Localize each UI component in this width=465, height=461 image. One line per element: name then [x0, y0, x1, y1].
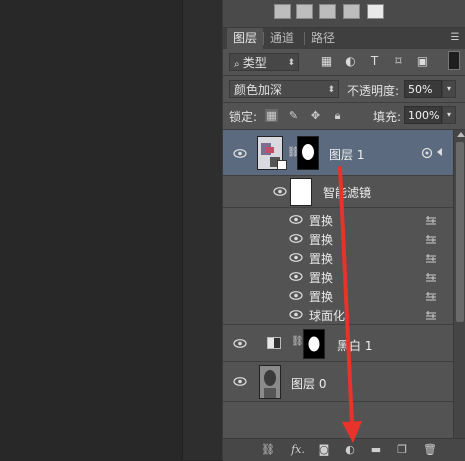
tab-channels[interactable]: 通道: [264, 28, 300, 49]
layer-name[interactable]: 黑白 1: [337, 337, 372, 354]
layer-mask-thumbnail[interactable]: [303, 329, 325, 359]
blend-mode-value: 颜色加深: [234, 83, 283, 97]
smart-filter-icon[interactable]: ▣: [416, 55, 429, 68]
pixel-filter-icon[interactable]: ▦: [320, 55, 333, 68]
filter-name: 置换: [309, 214, 334, 228]
panel-menu-icon[interactable]: ☰: [448, 32, 462, 44]
layers-list: ⛓ 图层 1 智能滤镜 置换 置换 置换 置换 置换 球面化 ⛓ 黑白 1 图层…: [223, 130, 453, 438]
filter-name: 置换: [309, 271, 334, 285]
visibility-eye-icon[interactable]: [233, 149, 247, 158]
layer-name[interactable]: 图层 1: [329, 146, 364, 163]
blending-options-icon[interactable]: [425, 272, 437, 282]
smart-filters-row[interactable]: 智能滤镜: [223, 176, 453, 208]
kind-label: 类型: [242, 56, 267, 70]
blending-options-icon[interactable]: [425, 310, 437, 320]
lock-transparent-icon[interactable]: ▦: [265, 109, 278, 122]
blend-mode-select[interactable]: 颜色加深 ⬍: [229, 80, 339, 98]
lock-label: 锁定:: [229, 110, 258, 124]
style-icon[interactable]: [296, 4, 313, 19]
visibility-eye-icon[interactable]: [289, 215, 303, 224]
filter-row-displace[interactable]: 置换: [223, 248, 453, 267]
layers-scrollbar[interactable]: [453, 130, 465, 438]
visibility-eye-icon[interactable]: [289, 272, 303, 281]
adjustment-filter-icon[interactable]: ◐: [344, 55, 357, 68]
canvas-area: [0, 0, 182, 460]
opacity-dropdown-icon[interactable]: ▾: [442, 80, 456, 98]
fill-input[interactable]: 100%: [404, 106, 442, 124]
opacity-label: 不透明度:: [347, 84, 400, 98]
chevron-down-icon: ⬍: [287, 58, 295, 68]
visibility-eye-icon[interactable]: [289, 253, 303, 262]
lock-position-icon[interactable]: ✥: [309, 109, 322, 122]
layer-name[interactable]: 图层 0: [291, 375, 326, 392]
filter-name: 置换: [309, 290, 334, 304]
filter-row-displace[interactable]: 置换: [223, 229, 453, 248]
black-white-adjustment-icon: [267, 337, 281, 349]
panel-tabs: 图层 通道 路径 ☰: [223, 28, 465, 49]
visibility-eye-icon[interactable]: [289, 291, 303, 300]
search-icon: ⌕: [234, 59, 243, 70]
layers-bottom-toolbar: ⛓ fx. ◙ ◐ ▬ ❐ 🗑︎: [223, 438, 465, 461]
filter-mask-thumbnail[interactable]: [290, 178, 312, 206]
style-icon[interactable]: [274, 4, 291, 19]
layer-thumbnail: [259, 365, 281, 399]
expand-arrow-icon[interactable]: [437, 148, 442, 156]
layer-kind-select[interactable]: ⌕ 类型 ⬍: [229, 53, 299, 71]
visibility-eye-icon[interactable]: [289, 234, 303, 243]
tab-paths[interactable]: 路径: [305, 28, 341, 49]
layer-row-layer-1[interactable]: ⛓ 图层 1: [223, 130, 453, 176]
chevron-down-icon: ⬍: [327, 85, 335, 95]
lock-image-icon[interactable]: ✎: [287, 109, 300, 122]
filter-name: 置换: [309, 252, 334, 266]
scroll-up-icon[interactable]: [457, 132, 465, 137]
layer-mask-thumbnail[interactable]: [297, 136, 319, 170]
blend-row: 颜色加深 ⬍ 不透明度: 50% ▾: [223, 76, 465, 102]
visibility-eye-icon[interactable]: [289, 310, 303, 319]
fx-icon[interactable]: fx.: [289, 444, 307, 456]
filter-name: 置换: [309, 233, 334, 247]
filter-row-spherize[interactable]: 球面化: [223, 305, 453, 325]
smart-object-badge-icon: [277, 160, 287, 170]
shape-filter-icon[interactable]: ⌑: [392, 55, 405, 68]
style-icon-strip: [223, 0, 465, 28]
visibility-eye-icon[interactable]: [273, 187, 287, 196]
filter-row-displace[interactable]: 置换: [223, 286, 453, 305]
blending-options-icon[interactable]: [425, 253, 437, 263]
style-icon[interactable]: [319, 4, 336, 19]
chain-link-icon[interactable]: ⛓: [291, 336, 304, 347]
scrollbar-thumb[interactable]: [456, 142, 464, 322]
fill-label: 填充:: [373, 110, 402, 124]
canvas-scroll-strip: [182, 0, 223, 460]
filter-toggle[interactable]: [448, 51, 460, 70]
layers-panel: 图层 通道 路径 ☰ ⌕ 类型 ⬍ ▦ ◐ T ⌑ ▣ 颜色加深 ⬍ 不透明度:…: [222, 0, 465, 461]
fill-dropdown-icon[interactable]: ▾: [442, 106, 456, 124]
layer-row-black-white-1[interactable]: ⛓ 黑白 1: [223, 326, 453, 362]
divider: [223, 102, 465, 103]
new-layer-icon[interactable]: ❐: [395, 444, 409, 456]
smart-filter-options-icon[interactable]: [421, 147, 433, 159]
smart-filters-label: 智能滤镜: [323, 186, 372, 200]
mask-icon[interactable]: ◙: [317, 444, 331, 456]
adjustment-icon[interactable]: ◐: [343, 444, 357, 456]
folder-icon[interactable]: ▬: [369, 444, 383, 456]
style-icon[interactable]: [367, 4, 384, 19]
link-icon[interactable]: ⛓: [261, 444, 275, 456]
tab-layers[interactable]: 图层: [227, 28, 264, 49]
layer-row-layer-0[interactable]: 图层 0: [223, 362, 453, 402]
filter-row-displace[interactable]: 置换: [223, 267, 453, 286]
opacity-input[interactable]: 50%: [404, 80, 442, 98]
style-icon[interactable]: [343, 4, 360, 19]
lock-all-icon[interactable]: 🔒︎: [331, 109, 344, 122]
filter-row-displace[interactable]: 置换: [223, 210, 453, 229]
blending-options-icon[interactable]: [425, 291, 437, 301]
trash-icon[interactable]: 🗑︎: [423, 444, 437, 456]
blending-options-icon[interactable]: [425, 215, 437, 225]
type-filter-icon[interactable]: T: [368, 55, 381, 68]
filter-name: 球面化: [309, 309, 346, 323]
visibility-eye-icon[interactable]: [233, 377, 247, 386]
visibility-eye-icon[interactable]: [233, 339, 247, 348]
blending-options-icon[interactable]: [425, 234, 437, 244]
